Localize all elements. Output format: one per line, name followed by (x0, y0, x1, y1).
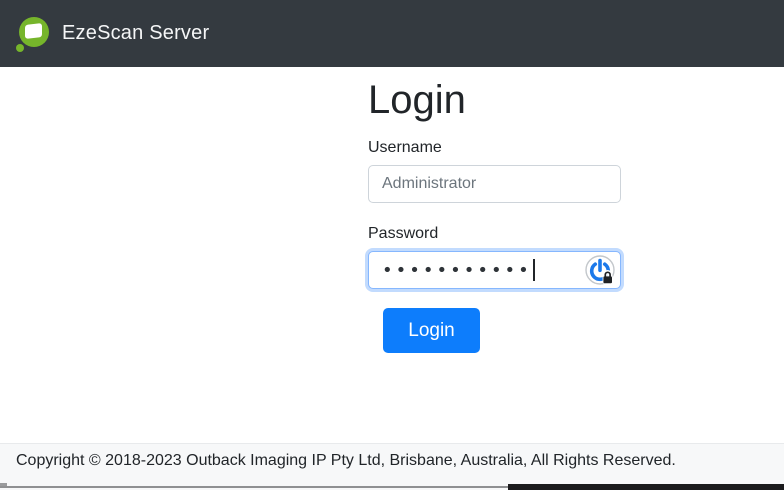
login-button[interactable]: Login (383, 308, 480, 353)
password-manager-lock-icon[interactable] (585, 255, 615, 285)
brand[interactable]: EzeScan Server (16, 15, 209, 53)
text-caret (532, 259, 535, 281)
page-title: Login (368, 78, 466, 122)
password-label: Password (368, 225, 439, 242)
app-title: EzeScan Server (62, 22, 210, 44)
username-input[interactable] (368, 165, 621, 203)
password-input[interactable]: ••••••••••• (368, 251, 621, 289)
background-window-edge (508, 484, 784, 490)
login-form: Login Username Password ••••••••••• Logi… (368, 67, 621, 353)
copyright-text: Copyright © 2018-2023 Outback Imaging IP… (16, 452, 676, 469)
password-masked-value: ••••••••••• (382, 260, 532, 281)
ezescan-logo-icon (16, 15, 54, 53)
login-page: Login Username Password ••••••••••• Logi… (0, 67, 784, 443)
username-label: Username (368, 139, 442, 156)
window-bottom-edge (0, 486, 508, 488)
page-footer: Copyright © 2018-2023 Outback Imaging IP… (0, 443, 784, 490)
app-header: EzeScan Server (0, 0, 784, 67)
